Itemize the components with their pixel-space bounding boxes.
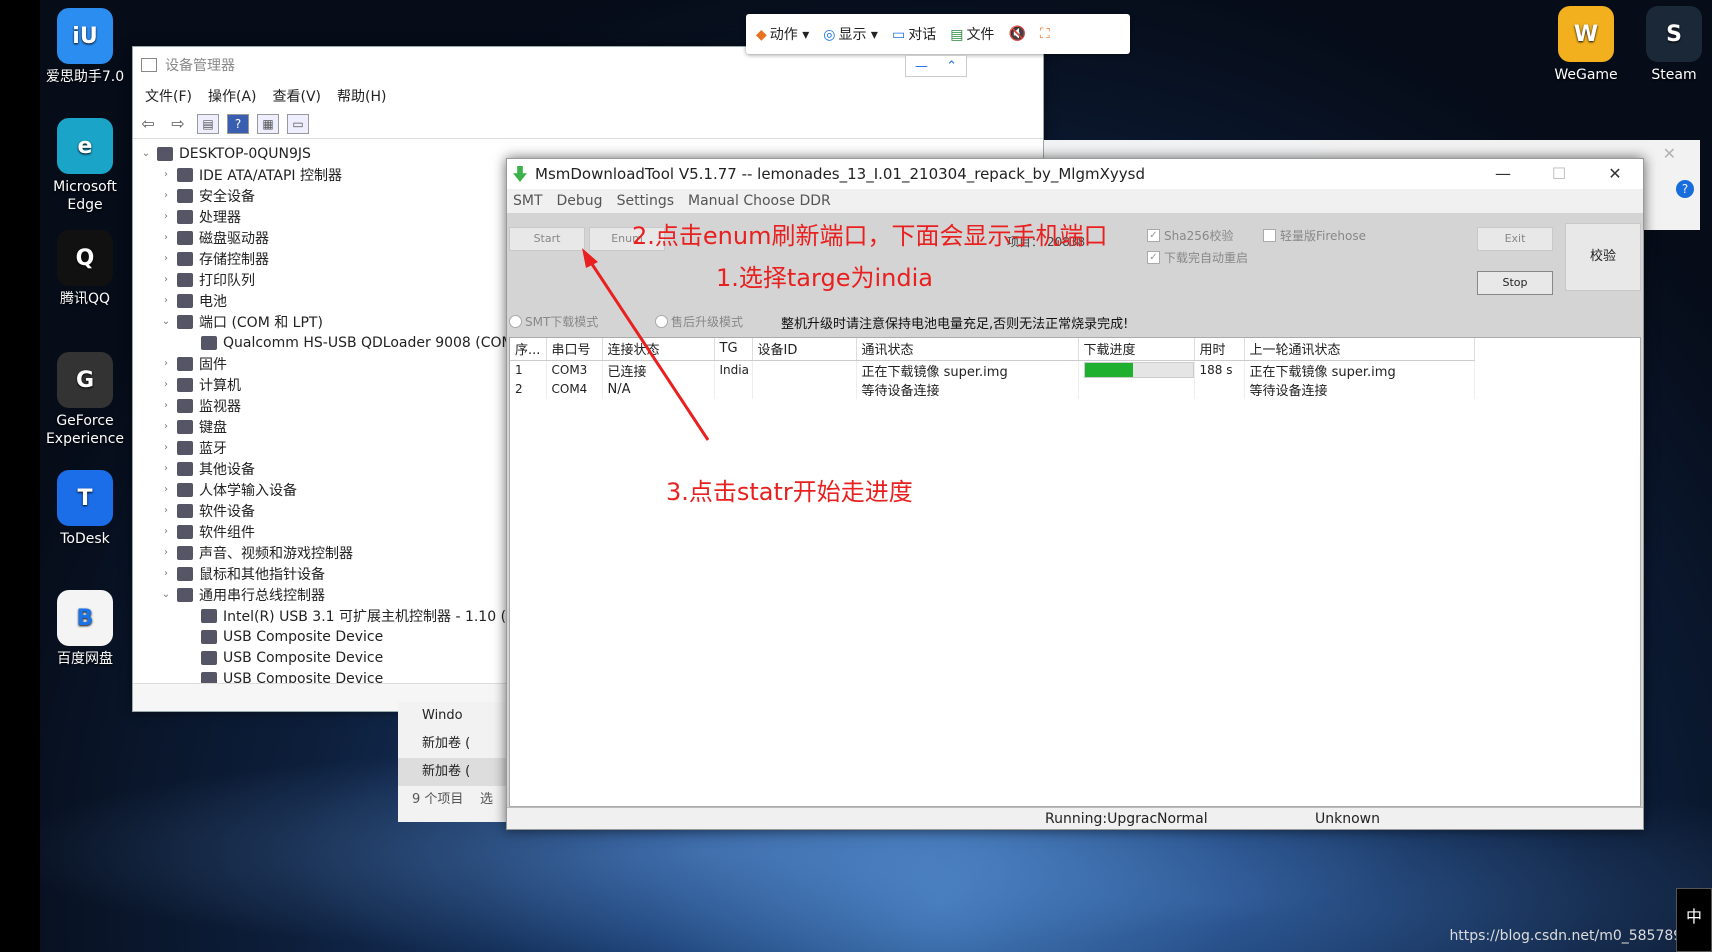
annotation-step-2: 2.点击enum刷新端口，下面会显示手机端口: [632, 222, 1108, 250]
annotation-step-1: 1.选择targe为india: [716, 264, 933, 292]
annotation-step-3: 3.点击statr开始走进度: [666, 478, 913, 506]
ime-indicator[interactable]: 中: [1676, 888, 1712, 952]
blog-watermark: https://blog.csdn.net/m0_58578955: [1449, 928, 1700, 944]
